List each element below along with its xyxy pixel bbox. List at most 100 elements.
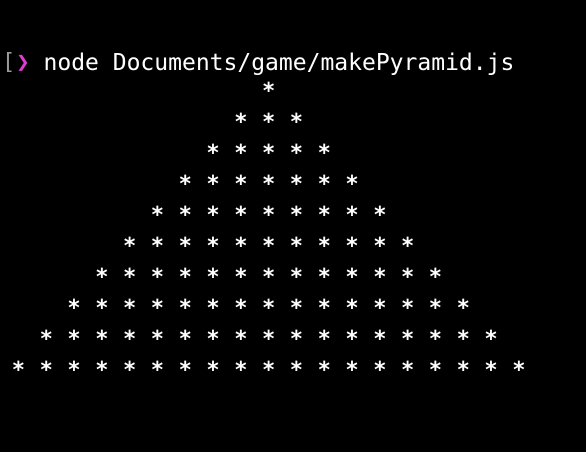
pyramid-star: * [178, 358, 192, 383]
pyramid-row: * * * * * * * * * * * [0, 231, 586, 262]
pyramid-star: * [95, 296, 109, 321]
pyramid-star: * [262, 327, 276, 352]
pyramid-star: * [512, 358, 526, 383]
pyramid-row: * * * * * * * * * * * * * [0, 262, 586, 293]
pyramid-star: * [373, 327, 387, 352]
pyramid-star: * [178, 203, 192, 228]
pyramid-star: * [289, 358, 304, 383]
pyramid-star: * [262, 203, 276, 228]
pyramid-output: * * * * * * * * * * * * * * * * * * * * * * * * * * * * * * * * * * * * * * * *… [0, 76, 586, 386]
pyramid-star: * [289, 141, 304, 166]
pyramid-star: * [234, 296, 248, 321]
pyramid-star: * [178, 265, 192, 290]
pyramid-star: * [39, 327, 53, 352]
pyramid-row: * * * * * * * * * [0, 200, 586, 231]
pyramid-star: * [262, 141, 276, 166]
pyramid-star: * [262, 172, 276, 197]
pyramid-star: * [262, 110, 276, 135]
pyramid-star: * [317, 358, 331, 383]
pyramid-star: * [234, 327, 248, 352]
pyramid-star: * [428, 296, 443, 321]
pyramid-star: * [178, 296, 192, 321]
pyramid-star: * [95, 358, 109, 383]
pyramid-star: * [289, 203, 304, 228]
pyramid-star: * [234, 234, 248, 259]
pyramid-star: * [206, 358, 220, 383]
pyramid-star: * [345, 172, 359, 197]
pyramid-star: * [206, 265, 220, 290]
pyramid-star: * [317, 265, 331, 290]
prompt-arrow-icon: ❯ [16, 50, 30, 75]
pyramid-star: * [234, 265, 248, 290]
pyramid-star: * [345, 358, 359, 383]
pyramid-star: * [484, 358, 498, 383]
pyramid-star: * [150, 358, 165, 383]
pyramid-star: * [67, 358, 81, 383]
pyramid-star: * [206, 172, 220, 197]
pyramid-star: * [317, 327, 331, 352]
pyramid-star: * [401, 234, 415, 259]
pyramid-row: * * * * * * * * * * * * * * * * * [0, 324, 586, 355]
pyramid-star: * [206, 327, 220, 352]
prompt-line: [ ❯ node Documents/game/makePyramid.js [2, 47, 514, 79]
pyramid-star: * [401, 296, 415, 321]
pyramid-star: * [373, 358, 387, 383]
pyramid-star: * [262, 234, 276, 259]
pyramid-star: * [289, 172, 304, 197]
pyramid-row: * * * * * * * * * * * * * * * * * * * [0, 355, 586, 386]
pyramid-star: * [345, 327, 359, 352]
pyramid-star: * [206, 203, 220, 228]
pyramid-star: * [95, 327, 109, 352]
pyramid-row: * * * * * [0, 138, 586, 169]
pyramid-star: * [289, 265, 304, 290]
pyramid-star: * [262, 265, 276, 290]
pyramid-star: * [289, 296, 304, 321]
pyramid-star: * [262, 358, 276, 383]
terminal-window[interactable]: [ ❯ node Documents/game/makePyramid.js *… [0, 0, 586, 452]
pyramid-row: * [0, 76, 586, 107]
pyramid-star: * [11, 358, 26, 383]
pyramid-star: * [456, 327, 470, 352]
pyramid-star: * [234, 203, 248, 228]
pyramid-star: * [428, 265, 443, 290]
pyramid-star: * [206, 234, 220, 259]
pyramid-star: * [317, 234, 331, 259]
pyramid-star: * [234, 172, 248, 197]
pyramid-star: * [178, 327, 192, 352]
pyramid-row: * * * * * * * * * * * * * * * [0, 293, 586, 324]
pyramid-row: * * * * * * * [0, 169, 586, 200]
pyramid-star: * [373, 203, 387, 228]
command-text: node Documents/game/makePyramid.js [43, 50, 515, 76]
pyramid-star: * [289, 110, 304, 135]
pyramid-star: * [262, 79, 276, 104]
pyramid-star: * [178, 234, 192, 259]
pyramid-star: * [401, 265, 415, 290]
pyramid-star: * [401, 327, 415, 352]
pyramid-star: * [234, 110, 248, 135]
pyramid-star: * [373, 265, 387, 290]
pyramid-star: * [123, 234, 137, 259]
pyramid-star: * [428, 327, 443, 352]
pyramid-star: * [345, 203, 359, 228]
pyramid-star: * [373, 296, 387, 321]
pyramid-star: * [289, 234, 304, 259]
pyramid-star: * [206, 141, 220, 166]
pyramid-star: * [39, 358, 53, 383]
pyramid-star: * [234, 141, 248, 166]
pyramid-star: * [484, 327, 498, 352]
pyramid-star: * [345, 296, 359, 321]
pyramid-star: * [95, 265, 109, 290]
pyramid-star: * [206, 296, 220, 321]
pyramid-star: * [123, 265, 137, 290]
pyramid-star: * [317, 141, 331, 166]
pyramid-star: * [456, 296, 470, 321]
pyramid-star: * [150, 327, 165, 352]
pyramid-star: * [373, 234, 387, 259]
pyramid-star: * [178, 172, 192, 197]
pyramid-star: * [150, 203, 165, 228]
pyramid-star: * [262, 296, 276, 321]
pyramid-star: * [345, 265, 359, 290]
pyramid-star: * [67, 327, 81, 352]
pyramid-star: * [123, 358, 137, 383]
pyramid-star: * [428, 358, 443, 383]
